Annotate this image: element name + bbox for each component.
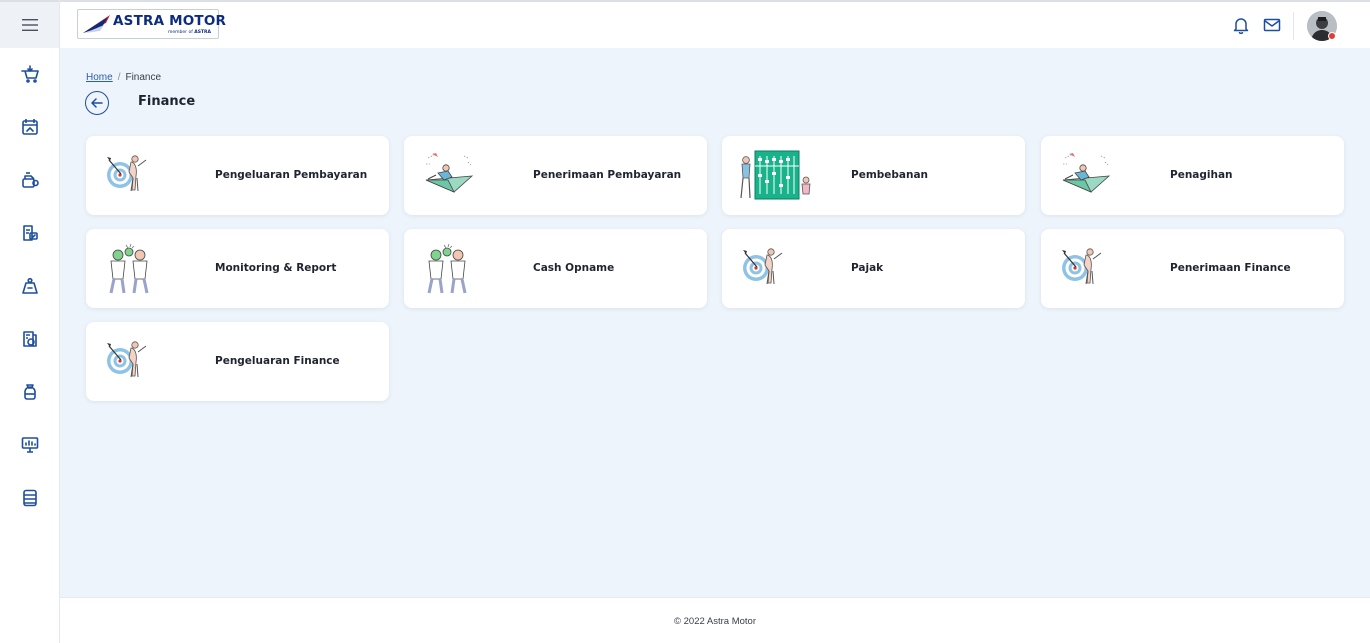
sidebar-item-money[interactable] (18, 380, 42, 404)
menu-card[interactable]: Penerimaan Pembayaran (404, 136, 707, 215)
astra-wing-logo-icon (83, 15, 110, 33)
menu-card[interactable]: Penerimaan Finance (1041, 229, 1344, 308)
menu-card[interactable]: Penagihan (1041, 136, 1344, 215)
scale-icon (22, 277, 38, 294)
brand-tagline: member of ASTRA (168, 30, 211, 35)
menu-card-label: Pengeluaran Pembayaran (215, 169, 368, 181)
page-title: Finance (138, 94, 196, 109)
vehicle-service-icon (22, 172, 39, 188)
presentation-icon (21, 437, 39, 453)
document-check-icon (23, 225, 38, 241)
sidebar-item-scale[interactable] (18, 274, 42, 298)
breadcrumb-current: Finance (125, 72, 162, 83)
brand-logo[interactable]: ASTRA MOTOR member of ASTRA (77, 9, 226, 39)
menu-card-label: Penerimaan Pembayaran (533, 169, 682, 181)
paper-plane-illustration (418, 148, 478, 203)
sidebar-item-calendar[interactable] (18, 115, 42, 139)
sidebar-item-receipt[interactable] (18, 327, 42, 351)
menu-card-label: Penerimaan Finance (1170, 262, 1291, 274)
hamburger-icon (21, 19, 38, 31)
mail-icon[interactable] (1263, 16, 1281, 34)
menu-toggle-button[interactable] (0, 0, 59, 48)
sidebar-item-cart[interactable] (18, 62, 42, 86)
breadcrumb-home-link[interactable]: Home (86, 72, 113, 83)
paper-plane-illustration (1055, 148, 1115, 203)
calendar-icon (22, 119, 38, 135)
team-illustration (418, 241, 478, 296)
sidebar-item-documents[interactable] (18, 221, 42, 245)
target-illustration (1055, 241, 1115, 296)
menu-card[interactable]: Pengeluaran Finance (86, 322, 389, 401)
abacus-illustration (736, 148, 816, 203)
database-icon (23, 489, 37, 507)
target-illustration (100, 148, 160, 203)
menu-card-label: Pengeluaran Finance (215, 355, 340, 367)
team-illustration (100, 241, 160, 296)
sidebar-item-presentation[interactable] (18, 433, 42, 457)
breadcrumb-separator: / (117, 72, 121, 83)
sidebar-item-vehicle[interactable] (18, 168, 42, 192)
breadcrumb: Home / Finance (86, 72, 161, 83)
header-divider (1293, 12, 1294, 40)
menu-card[interactable]: Monitoring & Report (86, 229, 389, 308)
money-bag-icon (24, 384, 36, 400)
sidebar (0, 0, 60, 643)
menu-card-label: Pajak (851, 262, 884, 274)
copyright-text: © 2022 Astra Motor (674, 616, 756, 627)
top-header: ASTRA MOTOR member of ASTRA (60, 0, 1370, 48)
menu-card[interactable]: Cash Opname (404, 229, 707, 308)
menu-card[interactable]: Pengeluaran Pembayaran (86, 136, 389, 215)
brand-name: ASTRA MOTOR (113, 13, 227, 29)
sidebar-item-database[interactable] (18, 486, 42, 510)
menu-card-label: Penagihan (1170, 169, 1233, 181)
menu-card-label: Pembebanan (851, 169, 929, 181)
receipt-icon (23, 331, 37, 347)
menu-card[interactable]: Pajak (722, 229, 1025, 308)
cart-icon (21, 65, 39, 83)
footer: © 2022 Astra Motor (60, 597, 1370, 643)
bell-icon[interactable] (1232, 16, 1250, 34)
target-illustration (736, 241, 796, 296)
back-button[interactable] (85, 91, 109, 115)
menu-card-label: Cash Opname (533, 262, 615, 274)
menu-card-label: Monitoring & Report (215, 262, 337, 274)
target-illustration (100, 334, 160, 389)
status-indicator (1328, 32, 1336, 40)
menu-card[interactable]: Pembebanan (722, 136, 1025, 215)
arrow-left-icon (91, 98, 103, 108)
